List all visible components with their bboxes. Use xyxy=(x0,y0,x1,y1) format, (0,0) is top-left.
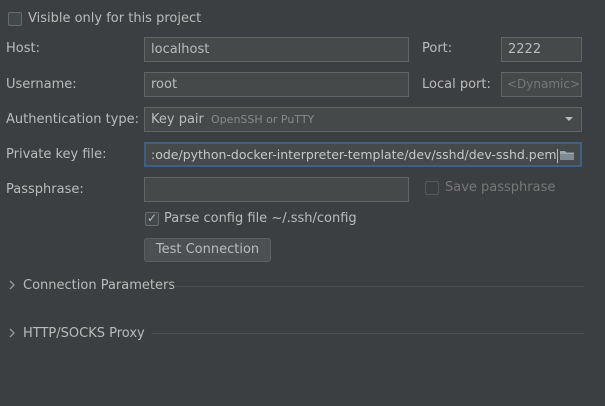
chevron-down-icon[interactable] xyxy=(563,108,575,131)
checkmark-icon: ✓ xyxy=(147,211,158,225)
passphrase-label: Passphrase: xyxy=(6,182,84,197)
visible-only-checkbox[interactable] xyxy=(8,12,22,26)
save-passphrase-checkbox[interactable] xyxy=(425,181,439,195)
http-socks-proxy-toggle[interactable]: HTTP/SOCKS Proxy xyxy=(23,326,145,342)
auth-type-hint: OpenSSH or PuTTY xyxy=(211,113,315,126)
private-key-label: Private key file: xyxy=(6,147,107,162)
host-label: Host: xyxy=(6,41,40,56)
connection-parameters-toggle[interactable]: Connection Parameters xyxy=(23,278,175,294)
parse-config-checkbox[interactable]: ✓ xyxy=(145,211,159,226)
save-passphrase-label: Save passphrase xyxy=(445,180,556,195)
private-key-value: :ode/python-docker-interpreter-template/… xyxy=(151,147,557,162)
port-label: Port: xyxy=(422,41,453,56)
port-input[interactable]: 2222 xyxy=(501,37,582,62)
local-port-input[interactable]: <Dynamic> xyxy=(501,72,582,97)
text-caret xyxy=(556,148,558,163)
local-port-label: Local port: xyxy=(422,77,491,92)
folder-icon[interactable] xyxy=(559,148,575,162)
private-key-input[interactable]: :ode/python-docker-interpreter-template/… xyxy=(144,142,582,167)
host-input[interactable]: localhost xyxy=(144,37,409,62)
http-socks-proxy-divider xyxy=(152,333,584,334)
auth-type-selected: Key pair xyxy=(151,112,204,127)
chevron-right-icon[interactable] xyxy=(8,326,16,344)
test-connection-button[interactable]: Test Connection xyxy=(144,238,271,262)
visible-only-label: Visible only for this project xyxy=(28,11,202,26)
passphrase-input[interactable] xyxy=(144,177,409,202)
parse-config-label: Parse config file ~/.ssh/config xyxy=(164,211,357,226)
connection-parameters-divider xyxy=(174,286,584,287)
chevron-right-icon[interactable] xyxy=(8,278,16,296)
auth-type-label: Authentication type: xyxy=(6,112,139,127)
username-input[interactable]: root xyxy=(144,72,409,97)
username-label: Username: xyxy=(6,77,77,92)
auth-type-select[interactable]: Key pair OpenSSH or PuTTY xyxy=(144,107,582,132)
